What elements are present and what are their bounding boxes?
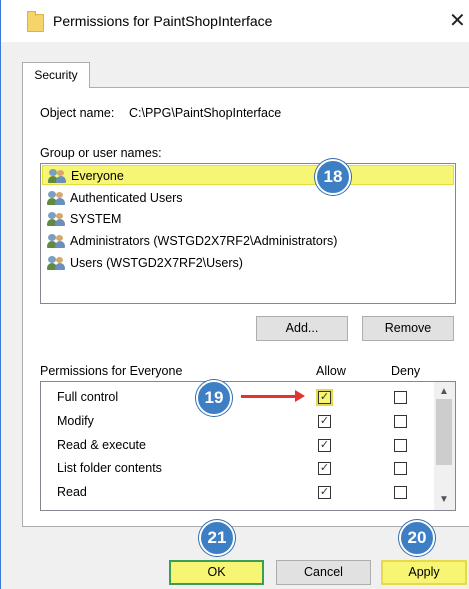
permissions-scrollbar[interactable]: ▲ ▼ bbox=[434, 382, 455, 510]
permission-row-read-execute: Read & execute ✓ bbox=[41, 434, 435, 458]
user-item-everyone[interactable]: Everyone bbox=[42, 165, 454, 185]
deny-checkbox-read[interactable] bbox=[394, 486, 407, 499]
users-icon bbox=[47, 212, 66, 226]
permission-label: Full control bbox=[57, 390, 119, 404]
apply-button[interactable]: Apply bbox=[381, 560, 467, 585]
permission-row-full-control: Full control ✓ bbox=[41, 386, 435, 410]
permissions-list: Full control ✓ Modify ✓ Read & execute ✓… bbox=[40, 381, 456, 511]
user-item-label: Authenticated Users bbox=[70, 191, 183, 205]
object-name-value: C:\PPG\PaintShopInterface bbox=[129, 106, 282, 120]
scroll-up-icon[interactable]: ▲ bbox=[439, 386, 449, 397]
user-item-label: Users (WSTGD2X7RF2\Users) bbox=[70, 256, 243, 270]
title-bar: Permissions for PaintShopInterface ✕ bbox=[1, 0, 469, 42]
permissions-label: Permissions for Everyone bbox=[40, 364, 183, 378]
tab-security[interactable]: Security bbox=[22, 62, 90, 88]
allow-checkbox-list-folder-contents[interactable]: ✓ bbox=[318, 462, 331, 475]
scrollbar-thumb[interactable] bbox=[436, 399, 452, 465]
permission-label: Read & execute bbox=[57, 438, 146, 452]
users-icon bbox=[47, 191, 66, 205]
callout-badge-19: 19 bbox=[196, 380, 232, 416]
allow-checkbox-modify[interactable]: ✓ bbox=[318, 415, 331, 428]
permission-label: Read bbox=[57, 485, 87, 499]
permission-label: Modify bbox=[57, 414, 94, 428]
callout-badge-21: 21 bbox=[199, 520, 235, 556]
user-item-system[interactable]: SYSTEM bbox=[42, 209, 454, 229]
allow-checkbox-full-control[interactable]: ✓ bbox=[316, 389, 333, 406]
permission-row-read: Read ✓ bbox=[41, 481, 435, 505]
arrow-head-icon bbox=[295, 390, 305, 402]
deny-column-header: Deny bbox=[391, 364, 421, 378]
window-title: Permissions for PaintShopInterface bbox=[53, 13, 273, 29]
close-icon[interactable]: ✕ bbox=[449, 8, 466, 33]
user-item-label: SYSTEM bbox=[70, 212, 122, 226]
object-name-label: Object name: bbox=[40, 106, 115, 120]
user-list[interactable]: Everyone Authenticated Users SYSTEM Admi… bbox=[40, 163, 456, 304]
ok-button[interactable]: OK bbox=[169, 560, 264, 585]
cancel-button[interactable]: Cancel bbox=[276, 560, 371, 585]
user-item-label: Administrators (WSTGD2X7RF2\Administrato… bbox=[70, 234, 338, 248]
permission-row-list-folder-contents: List folder contents ✓ bbox=[41, 457, 435, 481]
callout-badge-18: 18 bbox=[315, 159, 351, 195]
group-names-label: Group or user names: bbox=[40, 146, 162, 160]
user-item-administrators[interactable]: Administrators (WSTGD2X7RF2\Administrato… bbox=[42, 231, 454, 251]
users-icon bbox=[48, 169, 67, 183]
callout-arrow bbox=[241, 395, 296, 398]
deny-checkbox-modify[interactable] bbox=[394, 415, 407, 428]
deny-checkbox-read-execute[interactable] bbox=[394, 439, 407, 452]
callout-badge-20: 20 bbox=[399, 520, 435, 556]
allow-checkbox-read-execute[interactable]: ✓ bbox=[318, 439, 331, 452]
deny-checkbox-list-folder-contents[interactable] bbox=[394, 462, 407, 475]
add-button[interactable]: Add... bbox=[256, 316, 348, 341]
remove-button[interactable]: Remove bbox=[362, 316, 454, 341]
users-icon bbox=[47, 234, 66, 248]
permission-label: List folder contents bbox=[57, 461, 162, 475]
user-item-authenticated-users[interactable]: Authenticated Users bbox=[42, 188, 454, 208]
scroll-down-icon[interactable]: ▼ bbox=[439, 494, 449, 505]
users-icon bbox=[47, 256, 66, 270]
allow-column-header: Allow bbox=[316, 364, 346, 378]
user-item-label: Everyone bbox=[71, 169, 124, 183]
user-item-users[interactable]: Users (WSTGD2X7RF2\Users) bbox=[42, 253, 454, 273]
deny-checkbox-full-control[interactable] bbox=[394, 391, 407, 404]
permissions-window: Permissions for PaintShopInterface ✕ Sec… bbox=[0, 0, 469, 589]
folder-icon bbox=[27, 11, 44, 32]
permission-row-modify: Modify ✓ bbox=[41, 410, 435, 434]
allow-checkbox-read[interactable]: ✓ bbox=[318, 486, 331, 499]
